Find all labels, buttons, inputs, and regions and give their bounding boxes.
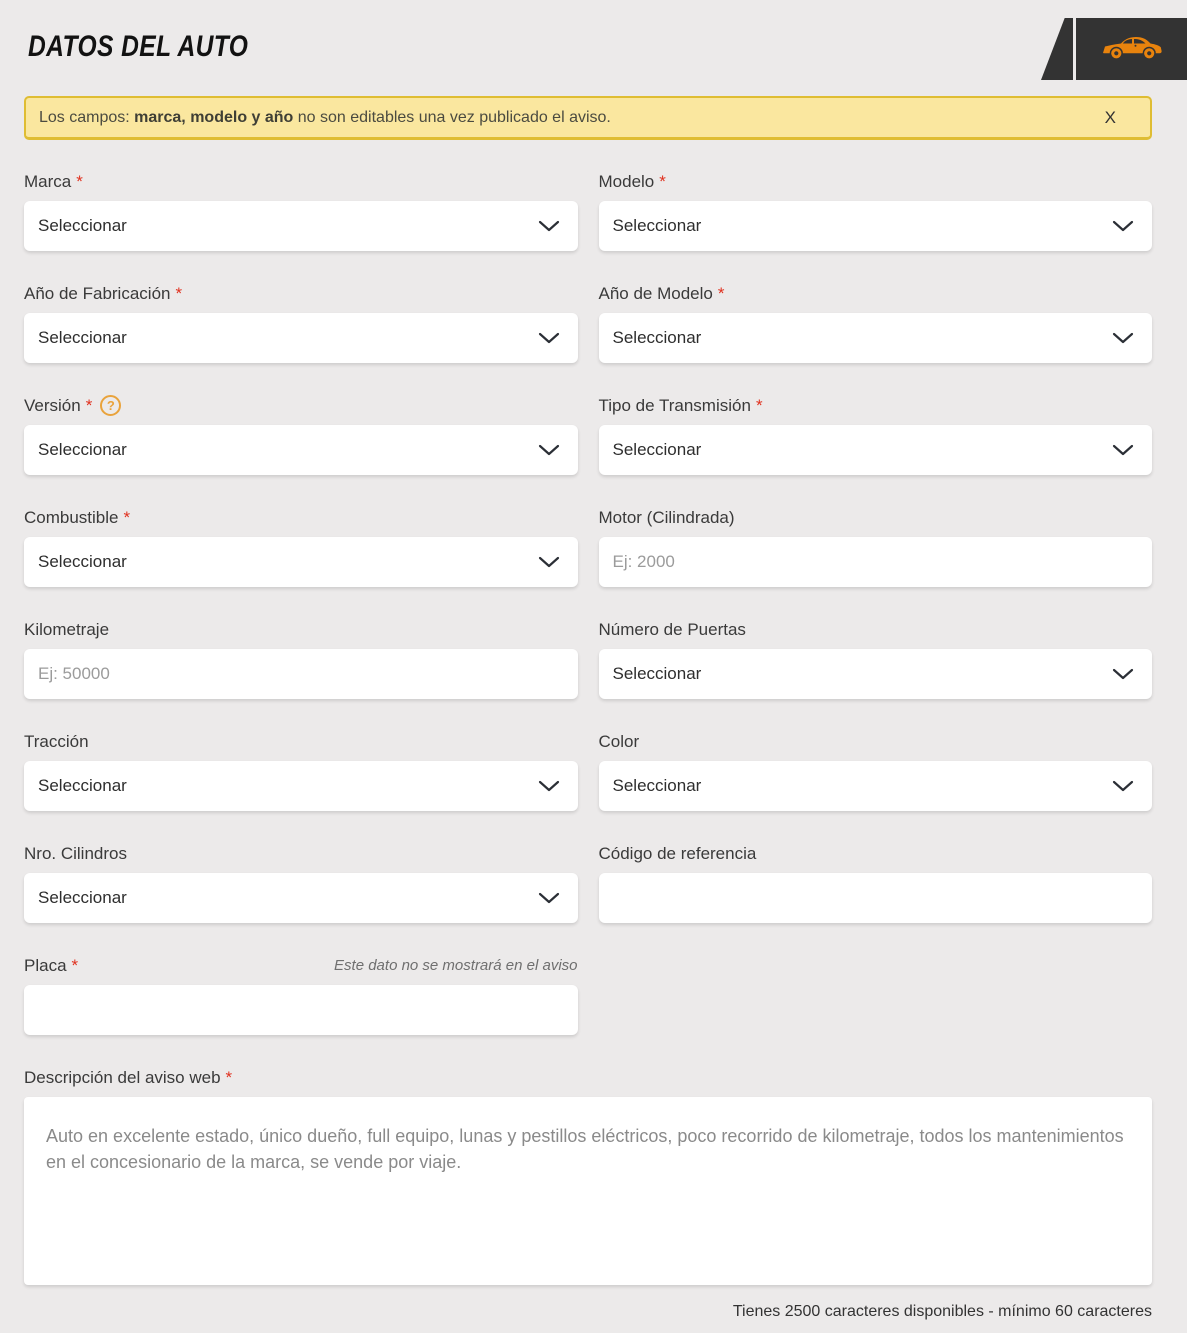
- required-asterisk: *: [123, 507, 131, 527]
- selected-value: Seleccionar: [612, 776, 702, 795]
- field-transmision: Tipo de Transmisión * Seleccionar: [598, 395, 1152, 475]
- motor-input[interactable]: [598, 537, 1152, 587]
- section-header: DATOS DEL AUTO: [24, 0, 1187, 80]
- datos-del-auto-section: DATOS DEL AUTO Los campos: marca, modelo…: [0, 0, 1187, 1321]
- anio-modelo-select[interactable]: Seleccionar: [598, 313, 1152, 363]
- required-asterisk: *: [717, 283, 725, 303]
- version-select[interactable]: Seleccionar: [24, 425, 578, 475]
- chevron-down-icon: [538, 556, 560, 568]
- descripcion-textarea[interactable]: [24, 1097, 1152, 1285]
- required-asterisk: *: [659, 171, 666, 191]
- page-title: DATOS DEL AUTO: [28, 30, 249, 63]
- traccion-select[interactable]: Seleccionar: [24, 761, 578, 811]
- chevron-down-icon: [538, 892, 560, 904]
- required-asterisk: *: [85, 395, 93, 415]
- chevron-down-icon: [1112, 780, 1134, 792]
- banner-text: Los campos: marca, modelo y año no son e…: [39, 108, 611, 126]
- field-traccion: Tracción Seleccionar: [24, 731, 578, 811]
- info-banner: Los campos: marca, modelo y año no son e…: [24, 96, 1152, 140]
- selected-value: Seleccionar: [38, 216, 127, 235]
- selected-value: Seleccionar: [612, 664, 702, 683]
- field-marca: Marca * Seleccionar: [24, 171, 578, 251]
- puertas-select[interactable]: Seleccionar: [598, 649, 1152, 699]
- placa-input[interactable]: [24, 985, 578, 1035]
- empty-cell: [599, 955, 1153, 1067]
- chevron-down-icon: [538, 444, 560, 456]
- selected-value: Seleccionar: [612, 440, 702, 459]
- required-asterisk: *: [71, 955, 79, 975]
- field-label: Tipo de Transmisión: [598, 395, 751, 415]
- badge-box: [1076, 18, 1187, 80]
- required-asterisk: *: [76, 171, 83, 191]
- transmision-select[interactable]: Seleccionar: [598, 425, 1152, 475]
- character-counter: Tienes 2500 caracteres disponibles - mín…: [732, 1303, 1152, 1320]
- field-version: Versión *? Seleccionar: [24, 395, 578, 475]
- field-label: Tracción: [24, 731, 89, 751]
- field-label: Marca: [24, 171, 72, 191]
- field-codigo-referencia: Código de referencia: [598, 843, 1152, 923]
- field-anio-fabricacion: Año de Fabricación * Seleccionar: [24, 283, 578, 363]
- chevron-down-icon: [1112, 220, 1134, 232]
- codigo-referencia-input[interactable]: [598, 873, 1152, 923]
- placa-note: Este dato no se mostrará en el aviso: [334, 957, 578, 974]
- field-label: Año de Fabricación: [24, 283, 171, 303]
- modelo-select[interactable]: Seleccionar: [598, 201, 1152, 251]
- selected-value: Seleccionar: [612, 328, 702, 347]
- field-puertas: Número de Puertas Seleccionar: [598, 619, 1152, 699]
- selected-value: Seleccionar: [38, 440, 127, 459]
- field-anio-modelo: Año de Modelo * Seleccionar: [598, 283, 1152, 363]
- chevron-down-icon: [538, 332, 560, 344]
- field-label: Kilometraje: [24, 619, 110, 639]
- cilindros-select[interactable]: Seleccionar: [24, 873, 578, 923]
- anio-fabricacion-select[interactable]: Seleccionar: [24, 313, 578, 363]
- field-color: Color Seleccionar: [598, 731, 1152, 811]
- field-label: Año de Modelo: [598, 283, 713, 303]
- selected-value: Seleccionar: [612, 216, 702, 235]
- field-kilometraje: Kilometraje: [24, 619, 578, 699]
- required-asterisk: *: [225, 1067, 233, 1087]
- field-label: Nro. Cilindros: [24, 843, 127, 863]
- chevron-down-icon: [1112, 444, 1134, 456]
- car-badge: [1041, 18, 1187, 80]
- field-label: Descripción del aviso web: [24, 1067, 221, 1087]
- marca-select[interactable]: Seleccionar: [24, 201, 578, 251]
- required-asterisk: *: [755, 395, 763, 415]
- selected-value: Seleccionar: [38, 888, 127, 907]
- badge-slant-decoration: [1041, 18, 1073, 80]
- chevron-down-icon: [1112, 332, 1134, 344]
- field-label: Combustible: [24, 507, 119, 527]
- field-placa: Placa * Este dato no se mostrará en el av…: [24, 955, 578, 1035]
- chevron-down-icon: [538, 780, 560, 792]
- field-label: Motor (Cilindrada): [598, 507, 735, 527]
- chevron-down-icon: [1112, 668, 1134, 680]
- car-icon: [1099, 32, 1165, 67]
- selected-value: Seleccionar: [38, 776, 127, 795]
- help-icon[interactable]: ?: [100, 395, 122, 416]
- color-select[interactable]: Seleccionar: [598, 761, 1152, 811]
- field-label: Color: [598, 731, 640, 751]
- field-cilindros: Nro. Cilindros Seleccionar: [24, 843, 578, 923]
- field-motor: Motor (Cilindrada): [598, 507, 1152, 587]
- field-label: Modelo: [598, 171, 655, 191]
- field-combustible: Combustible * Seleccionar: [24, 507, 578, 587]
- field-label: Placa: [24, 955, 67, 975]
- field-label: Código de referencia: [598, 843, 757, 863]
- field-label: Versión: [24, 395, 81, 415]
- required-asterisk: *: [175, 283, 183, 303]
- combustible-select[interactable]: Seleccionar: [24, 537, 578, 587]
- selected-value: Seleccionar: [38, 328, 127, 347]
- chevron-down-icon: [538, 220, 560, 232]
- car-data-form: Marca * Seleccionar Modelo * Seleccionar A…: [24, 171, 1152, 1321]
- field-modelo: Modelo * Seleccionar: [598, 171, 1152, 251]
- field-descripcion: Descripción del aviso web* Tienes 2500 c…: [24, 1067, 1152, 1321]
- selected-value: Seleccionar: [38, 552, 127, 571]
- kilometraje-input[interactable]: [24, 649, 578, 699]
- banner-close-button[interactable]: X: [1105, 109, 1116, 126]
- field-label: Número de Puertas: [598, 619, 746, 639]
